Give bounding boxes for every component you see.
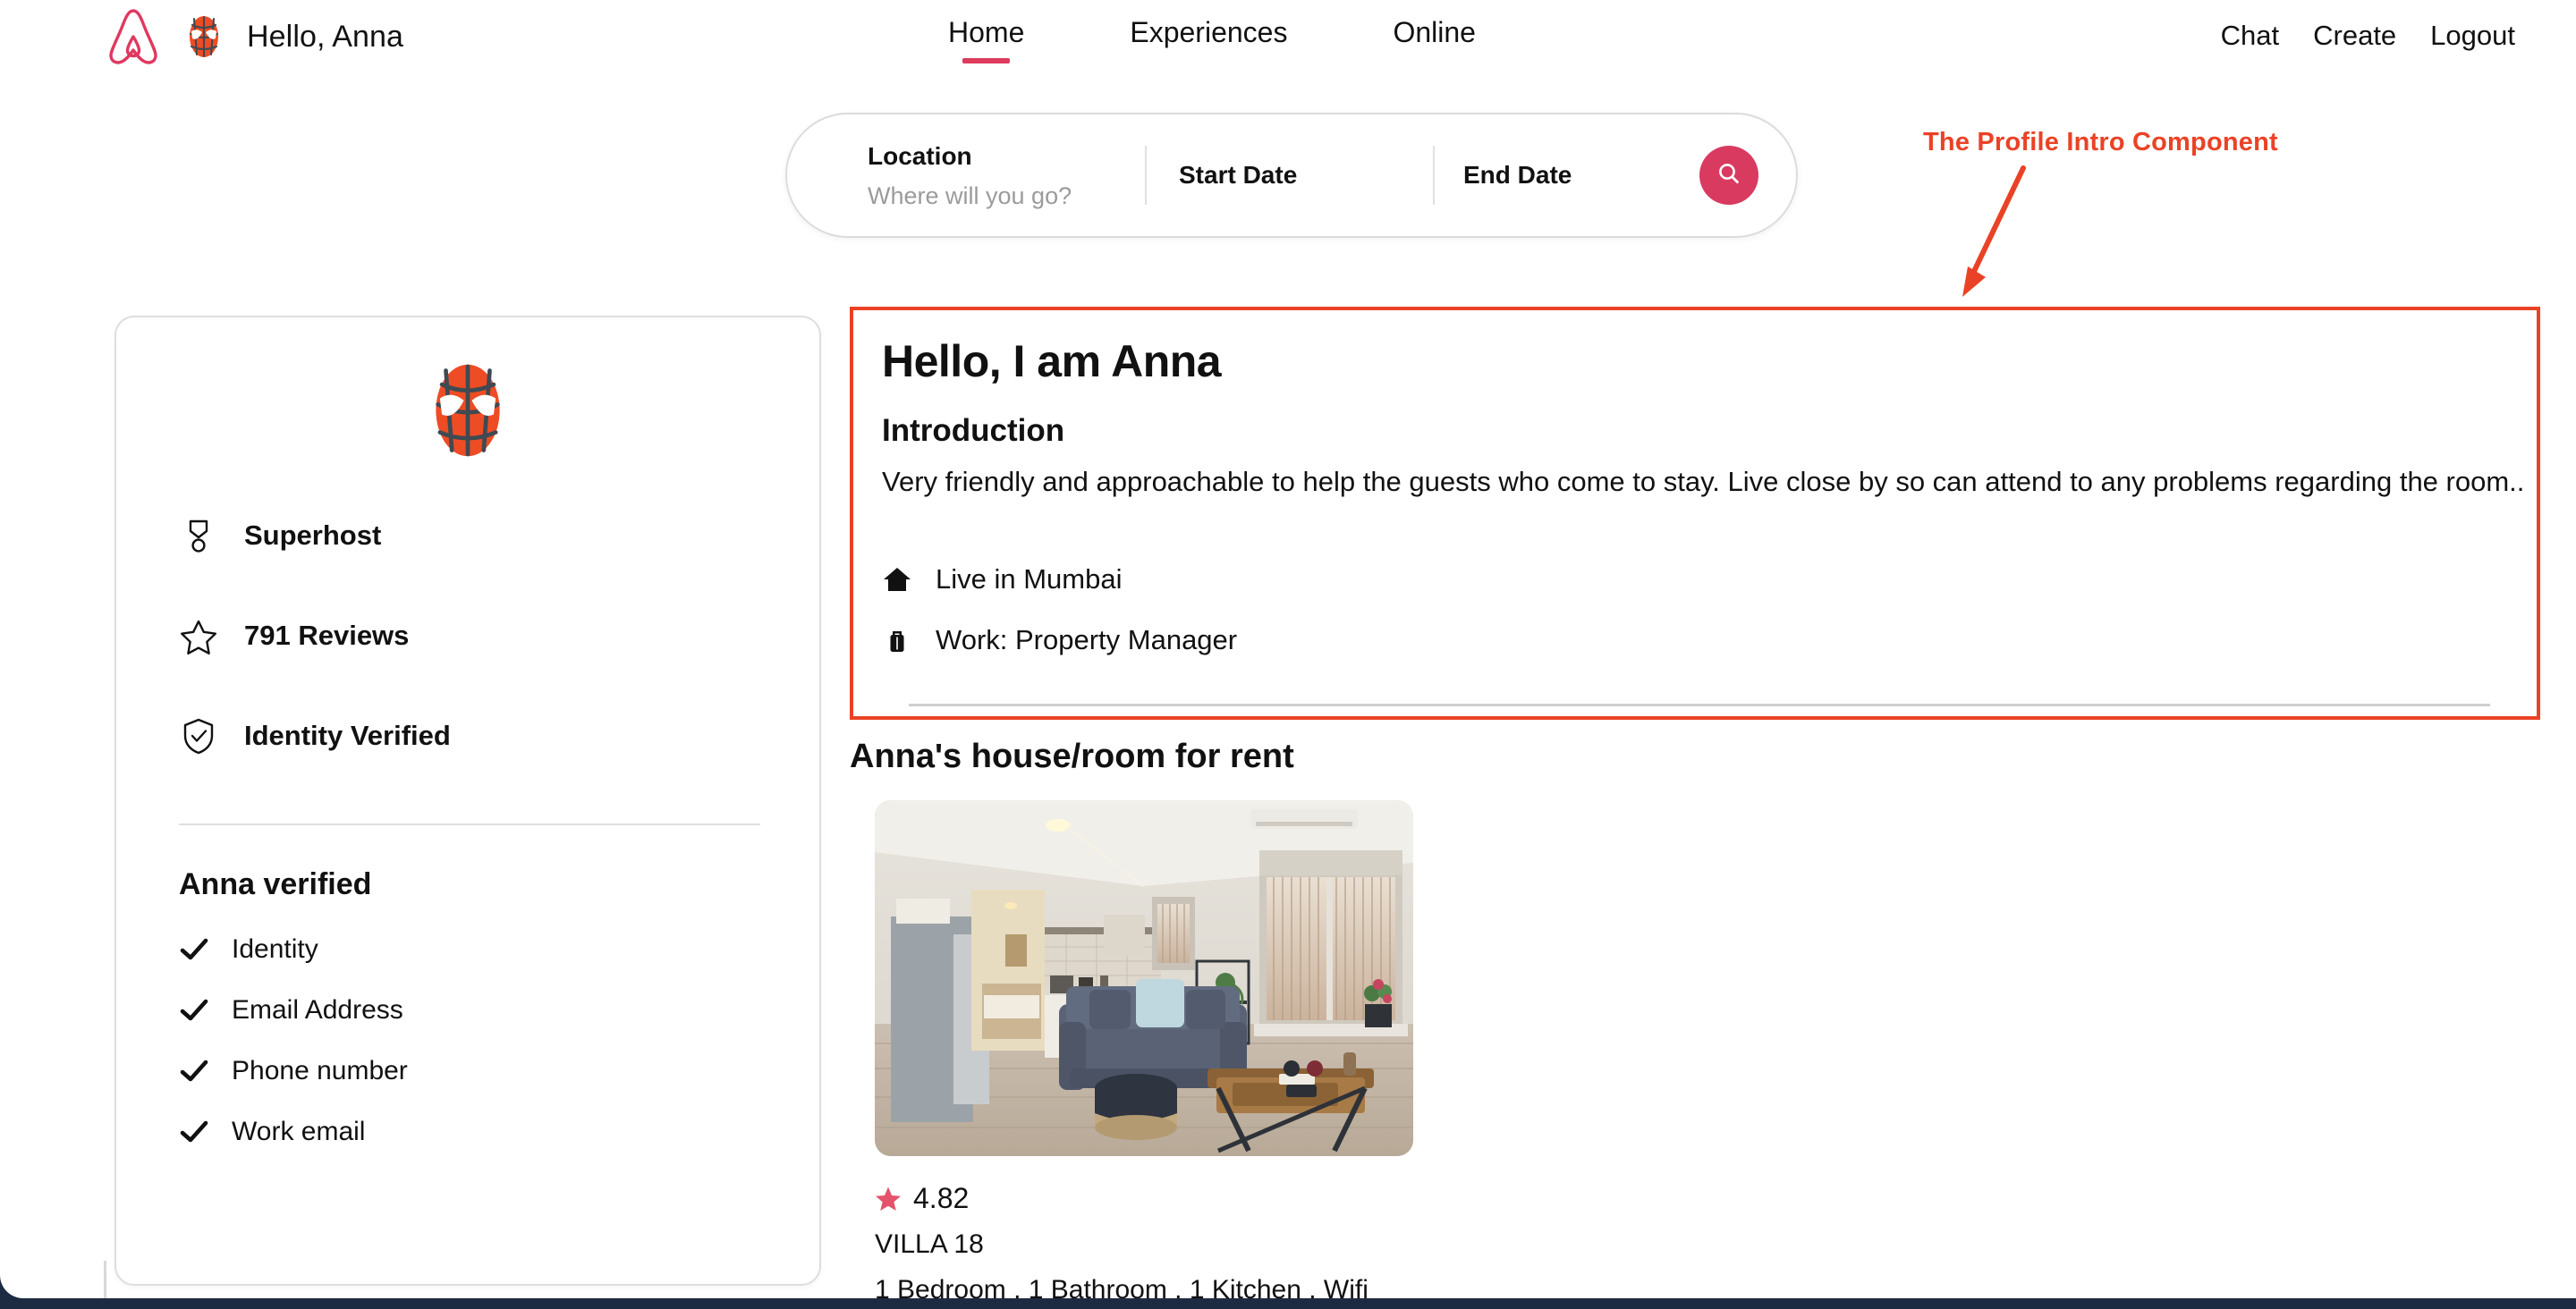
profile-fact-location: Live in Mumbai	[882, 563, 1122, 595]
star-outline-icon	[179, 616, 218, 655]
profile-intro-heading: Hello, I am Anna	[882, 336, 1222, 386]
profile-intro-component: Hello, I am Anna Introduction Very frien…	[850, 307, 2540, 720]
listing-photo[interactable]	[875, 800, 1413, 1156]
search-button[interactable]	[1699, 146, 1758, 205]
verified-item-work-email-label: Work email	[232, 1117, 366, 1146]
page-root: Hello, Anna Home Experiences Online Chat…	[0, 0, 2576, 1309]
nav-tab-online[interactable]: Online	[1393, 16, 1476, 63]
annotation-arrow-icon	[1962, 165, 2026, 297]
verified-item-identity: Identity	[179, 934, 318, 965]
location-input[interactable]: Where will you go?	[868, 182, 1145, 210]
badge-reviews: 791 Reviews	[179, 616, 409, 655]
badge-identity-verified: Identity Verified	[179, 716, 451, 756]
viewport-corner	[0, 1266, 32, 1298]
profile-summary-card: Superhost 791 Reviews Identity Verified …	[114, 316, 821, 1286]
profile-fact-location-label: Live in Mumbai	[936, 563, 1123, 595]
site-header: Hello, Anna Home Experiences Online Chat…	[0, 0, 2576, 98]
greeting-text: Hello, Anna	[247, 19, 404, 54]
verified-item-email-label: Email Address	[232, 995, 403, 1025]
badge-superhost: Superhost	[179, 516, 381, 555]
verified-item-email: Email Address	[179, 995, 403, 1026]
viewport-bottom-edge	[0, 1298, 2576, 1309]
create-link[interactable]: Create	[2313, 20, 2396, 52]
header-right-nav: Chat Create Logout	[2221, 20, 2515, 52]
shield-check-icon	[179, 716, 218, 756]
listing-rating-value: 4.82	[913, 1182, 970, 1214]
chat-link[interactable]: Chat	[2221, 20, 2279, 52]
start-date-field[interactable]: Start Date	[1147, 114, 1433, 236]
search-icon	[1715, 160, 1743, 191]
listing-rating: 4.82	[875, 1182, 969, 1215]
brand-block: Hello, Anna	[106, 7, 403, 66]
nav-tab-home[interactable]: Home	[948, 16, 1024, 63]
check-icon	[179, 995, 209, 1026]
end-date-label: End Date	[1463, 161, 1572, 190]
check-icon	[179, 1056, 209, 1086]
profile-intro-subheading: Introduction	[882, 413, 1065, 448]
briefcase-icon	[882, 625, 912, 655]
check-icon	[179, 934, 209, 965]
avatar[interactable]	[184, 14, 224, 59]
profile-fact-work-label: Work: Property Manager	[936, 624, 1238, 655]
end-date-field[interactable]: End Date	[1435, 114, 1694, 236]
home-icon	[882, 564, 912, 595]
airbnb-logo-icon[interactable]	[106, 7, 161, 66]
verified-section-title: Anna verified	[179, 867, 372, 901]
annotation-label: The Profile Intro Component	[1923, 128, 2278, 156]
badge-identity-label: Identity Verified	[244, 720, 451, 751]
logout-link[interactable]: Logout	[2430, 20, 2515, 52]
profile-fact-work: Work: Property Manager	[882, 624, 1237, 656]
profile-intro-description: Very friendly and approachable to help t…	[882, 466, 2525, 497]
listing-section-title: Anna's house/room for rent	[850, 738, 1294, 775]
location-field[interactable]: Location Where will you go?	[787, 114, 1145, 236]
check-icon	[179, 1117, 209, 1147]
main-nav: Home Experiences Online	[948, 16, 1476, 63]
verified-item-work-email: Work email	[179, 1117, 365, 1147]
listing-name: VILLA 18	[875, 1229, 984, 1259]
badge-reviews-label: 791 Reviews	[244, 620, 410, 651]
intro-bottom-divider	[909, 704, 2490, 706]
location-label: Location	[868, 142, 972, 171]
verified-item-phone-label: Phone number	[232, 1056, 408, 1085]
start-date-label: Start Date	[1179, 161, 1298, 190]
badge-superhost-label: Superhost	[244, 519, 382, 551]
star-filled-icon	[875, 1186, 902, 1212]
content-seam	[104, 1261, 106, 1298]
nav-tab-experiences[interactable]: Experiences	[1130, 16, 1287, 63]
medal-icon	[179, 516, 218, 555]
verified-item-identity-label: Identity	[232, 934, 318, 964]
profile-avatar	[116, 360, 819, 460]
search-bar[interactable]: Location Where will you go? Start Date E…	[785, 113, 1798, 238]
verified-item-phone: Phone number	[179, 1056, 408, 1086]
card-divider	[179, 823, 760, 825]
